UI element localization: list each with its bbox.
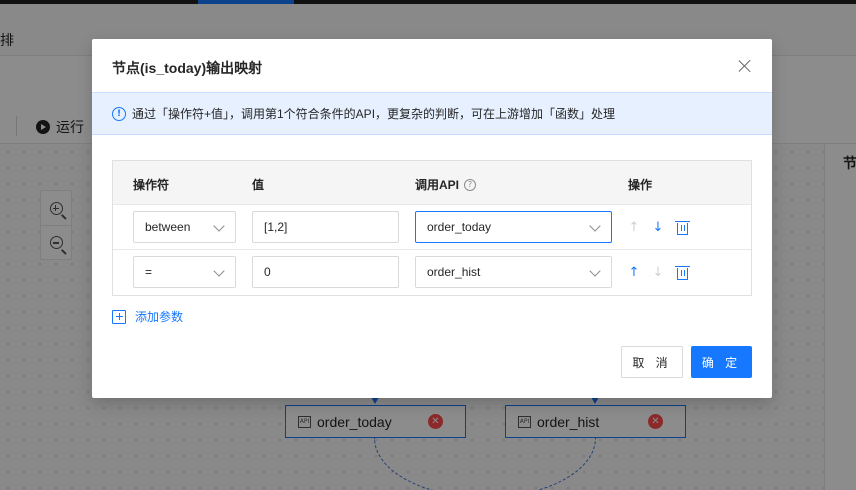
operator-value: = — [145, 265, 153, 279]
operator-select[interactable]: between — [133, 211, 236, 243]
column-label: 操作 — [628, 178, 653, 192]
chevron-down-icon — [589, 265, 601, 277]
add-param-button[interactable]: 添加参数 — [112, 308, 183, 325]
help-icon[interactable]: ? — [464, 178, 477, 191]
column-label: 操作符 — [133, 178, 170, 192]
chevron-down-icon — [589, 220, 601, 232]
move-down-icon: ↓ — [652, 264, 664, 280]
operator-select[interactable]: = — [133, 256, 236, 288]
api-value: order_hist — [427, 265, 481, 279]
cancel-button[interactable]: 取 消 — [621, 346, 683, 378]
chevron-down-icon — [213, 265, 225, 277]
notice-text: 通过「操作符+值」，调用第1个符合条件的API，更复杂的判断，可在上游增加「函数… — [132, 107, 616, 121]
table-row: = 0 order_hist ↑ ↓ — [113, 250, 751, 295]
close-icon[interactable] — [738, 59, 752, 73]
output-mapping-dialog: 节点(is_today)输出映射 ! 通过「操作符+值」，调用第1个符合条件的A… — [92, 39, 772, 398]
plus-square-icon — [112, 309, 126, 324]
info-notice: ! 通过「操作符+值」，调用第1个符合条件的API，更复杂的判断，可在上游增加「… — [92, 92, 772, 135]
column-header-value: 值 — [252, 176, 264, 193]
chevron-down-icon — [213, 220, 225, 232]
value-text: 0 — [264, 265, 271, 279]
table-row: between [1,2] order_today ↑ ↓ — [113, 205, 751, 250]
column-label: 值 — [252, 178, 265, 192]
dialog-header: 节点(is_today)输出映射 — [92, 39, 772, 92]
column-header-actions: 操作 — [628, 176, 652, 193]
table-header: 操作符 值 调用API ? 操作 — [113, 161, 751, 205]
mapping-table: 操作符 值 调用API ? 操作 between [1,2] order_tod — [112, 160, 752, 296]
move-down-icon[interactable]: ↓ — [651, 219, 665, 235]
column-header-operator: 操作符 — [133, 176, 169, 193]
value-text: [1,2] — [264, 220, 288, 234]
value-input[interactable]: 0 — [252, 256, 399, 288]
operator-value: between — [145, 220, 191, 234]
add-param-label: 添加参数 — [135, 310, 184, 324]
confirm-button[interactable]: 确 定 — [691, 346, 752, 378]
column-header-api: 调用API ? — [415, 176, 477, 193]
api-value: order_today — [427, 220, 492, 234]
value-input[interactable]: [1,2] — [252, 211, 399, 243]
move-up-icon: ↑ — [628, 219, 640, 235]
api-select[interactable]: order_today — [415, 211, 612, 243]
column-label: 调用API — [415, 178, 460, 192]
delete-icon[interactable] — [674, 219, 690, 235]
move-up-icon[interactable]: ↑ — [627, 264, 641, 280]
api-select[interactable]: order_hist — [415, 256, 612, 288]
dialog-title: 节点(is_today)输出映射 — [112, 60, 263, 76]
delete-icon[interactable] — [674, 264, 690, 280]
info-icon: ! — [112, 106, 126, 121]
